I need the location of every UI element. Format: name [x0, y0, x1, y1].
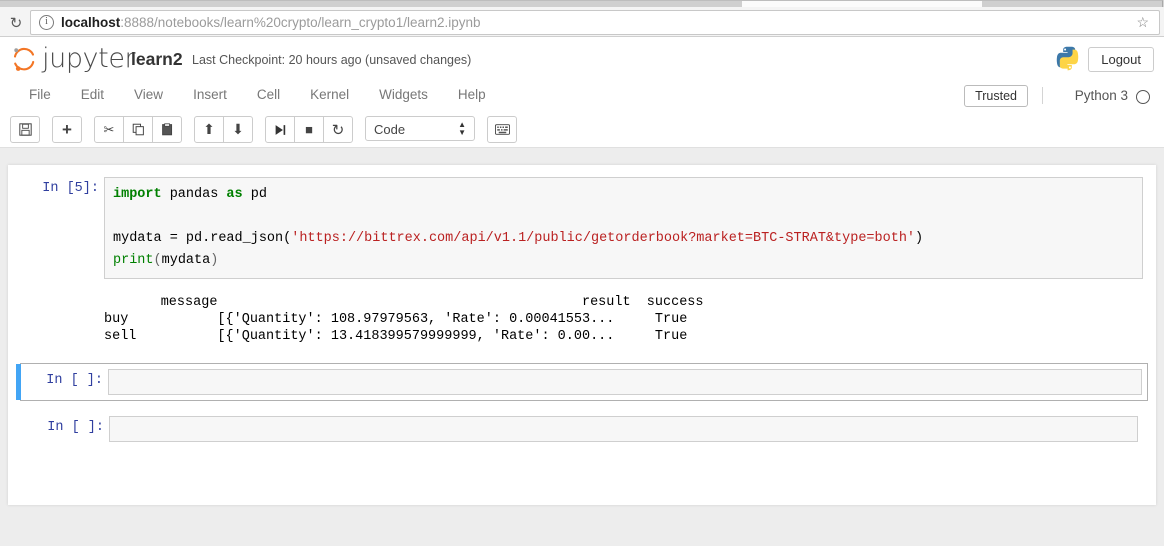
cell-output: message result success buy [{'Quantity':…: [8, 292, 1156, 345]
toolbar-group-clipboard: ✂: [94, 116, 182, 143]
interrupt-kernel-button[interactable]: ■: [294, 116, 324, 143]
menu-item-list: File Edit View Insert Cell Kernel Widget…: [14, 81, 501, 108]
trusted-badge[interactable]: Trusted: [964, 85, 1028, 107]
notebook-cell[interactable]: In [ ]:: [21, 411, 1143, 447]
toolbar-groups: + ✂ ⬆ ⬇ ■ ↻ Code ▲ ▼: [10, 116, 529, 143]
code-editor[interactable]: import pandas as pd mydata = pd.read_jso…: [104, 177, 1143, 279]
menu-item-view[interactable]: View: [119, 81, 178, 108]
address-bar[interactable]: i localhost:8888/notebooks/learn%20crypt…: [30, 10, 1160, 35]
stop-square-icon: ■: [305, 122, 313, 137]
notebook-cell-selected[interactable]: In [ ]:: [16, 363, 1148, 401]
play-to-next-icon: [275, 124, 285, 135]
notebook-cell[interactable]: In [5]: import pandas as pd mydata = pd.…: [16, 165, 1148, 284]
menu-item-kernel[interactable]: Kernel: [295, 81, 364, 108]
notebook-panel: In [5]: import pandas as pd mydata = pd.…: [8, 165, 1156, 505]
checkpoint-status: Last Checkpoint: 20 hours ago (unsaved c…: [192, 53, 472, 67]
menu-divider: [1042, 87, 1043, 104]
reload-icon[interactable]: ↻: [6, 13, 26, 33]
cut-cell-button[interactable]: ✂: [94, 116, 124, 143]
cell-type-select[interactable]: Code ▲ ▼: [365, 116, 475, 141]
toolbar-group-run: ■ ↻: [265, 116, 353, 143]
toolbar-group-save: [10, 116, 40, 143]
logout-button[interactable]: Logout: [1088, 47, 1154, 72]
paste-icon: [161, 123, 172, 136]
code-editor[interactable]: [108, 369, 1142, 395]
menu-item-widgets[interactable]: Widgets: [364, 81, 443, 108]
url-host: localhost: [61, 15, 121, 30]
menu-item-cell[interactable]: Cell: [242, 81, 295, 108]
command-palette-button[interactable]: [487, 116, 517, 143]
insert-cell-button[interactable]: +: [52, 116, 82, 143]
scissors-icon: ✂: [103, 121, 115, 137]
copy-cell-button[interactable]: [123, 116, 153, 143]
jupyter-logo-icon: [10, 45, 38, 73]
restart-kernel-button[interactable]: ↻: [323, 116, 353, 143]
info-icon[interactable]: i: [39, 15, 54, 30]
run-cell-button[interactable]: [265, 116, 295, 143]
notebook-name[interactable]: learn2: [131, 49, 183, 70]
url-path: :8888/notebooks/learn%20crypto/learn_cry…: [120, 15, 481, 30]
bookmark-star-icon[interactable]: ☆: [1136, 14, 1149, 31]
menu-bar: File Edit View Insert Cell Kernel Widget…: [0, 81, 1164, 112]
browser-tab-strip: [0, 0, 1164, 8]
kernel-idle-circle-icon[interactable]: [1136, 90, 1150, 104]
output-prompt: [21, 294, 104, 345]
toolbar-group-move: ⬆ ⬇: [194, 116, 253, 143]
code-editor[interactable]: [109, 416, 1138, 442]
restart-circle-arrow-icon: ↻: [331, 121, 345, 139]
browser-window: ↻ i localhost:8888/notebooks/learn%20cry…: [0, 0, 1164, 546]
jupyter-logo[interactable]: jupyter: [10, 43, 136, 74]
jupyter-header: jupyter learn2 Last Checkpoint: 20 hours…: [0, 37, 1164, 82]
notebook-toolbar: + ✂ ⬆ ⬇ ■ ↻ Code ▲ ▼: [0, 111, 1164, 148]
copy-icon: [132, 123, 144, 136]
toolbar-group-celltype: Code ▲ ▼: [365, 116, 475, 143]
plus-icon: +: [62, 120, 72, 139]
python-logo-icon: [1054, 45, 1081, 72]
toolbar-group-insert: +: [52, 116, 82, 143]
move-cell-up-button[interactable]: ⬆: [194, 116, 224, 143]
code-line: import pandas as pd: [113, 187, 267, 202]
toolbar-group-palette: [487, 116, 517, 143]
address-bar-text: localhost:8888/notebooks/learn%20crypto/…: [61, 15, 481, 30]
menu-item-insert[interactable]: Insert: [178, 81, 242, 108]
input-prompt: In [ ]:: [46, 373, 103, 388]
keyboard-icon: [494, 124, 510, 135]
browser-toolbar: ↻ i localhost:8888/notebooks/learn%20cry…: [0, 7, 1164, 37]
input-prompt: In [5]:: [42, 181, 99, 196]
menu-item-help[interactable]: Help: [443, 81, 501, 108]
output-stream-text: message result success buy [{'Quantity':…: [104, 295, 704, 344]
kernel-name-label: Python 3: [1074, 88, 1128, 103]
jupyter-logo-text: jupyter: [42, 43, 136, 74]
save-button[interactable]: [10, 116, 40, 143]
paste-cell-button[interactable]: [152, 116, 182, 143]
chevron-updown-icon: ▲ ▼: [458, 120, 466, 137]
code-line: print(mydata): [113, 253, 219, 268]
move-cell-down-button[interactable]: ⬇: [223, 116, 253, 143]
arrow-down-icon: ⬇: [232, 121, 244, 137]
menu-item-file[interactable]: File: [14, 81, 66, 108]
cell-type-value: Code: [374, 122, 406, 137]
input-prompt: In [ ]:: [47, 420, 104, 435]
menu-item-edit[interactable]: Edit: [66, 81, 119, 108]
arrow-up-icon: ⬆: [203, 121, 215, 137]
code-line: mydata = pd.read_json('https://bittrex.c…: [113, 231, 924, 246]
